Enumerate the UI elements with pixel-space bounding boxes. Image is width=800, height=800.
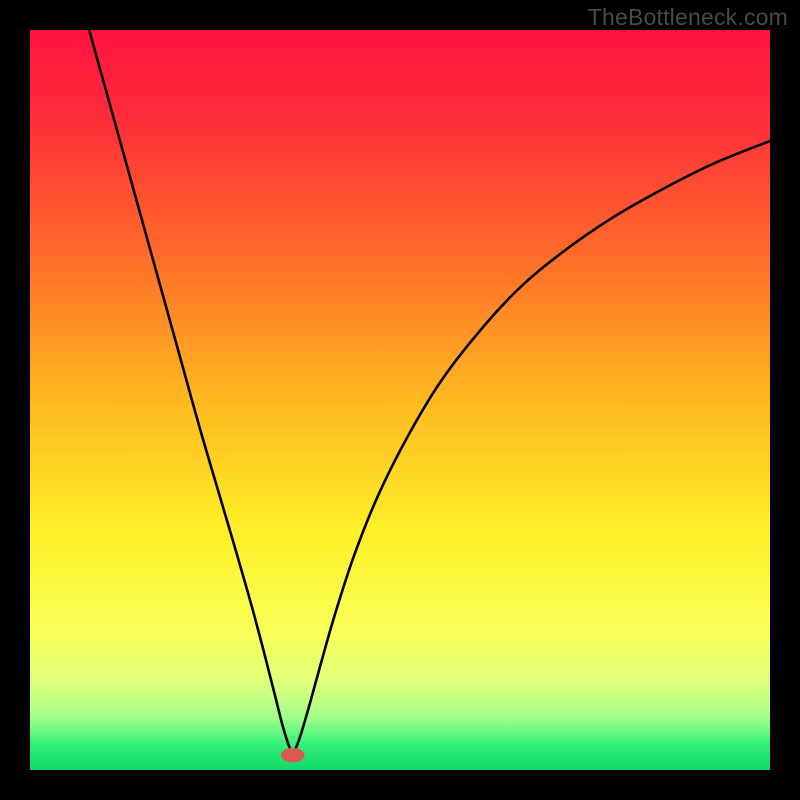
- bottleneck-chart: [30, 30, 770, 770]
- chart-background: [30, 30, 770, 770]
- chart-frame: TheBottleneck.com: [0, 0, 800, 800]
- optimum-marker: [281, 748, 305, 763]
- watermark-text: TheBottleneck.com: [588, 4, 788, 31]
